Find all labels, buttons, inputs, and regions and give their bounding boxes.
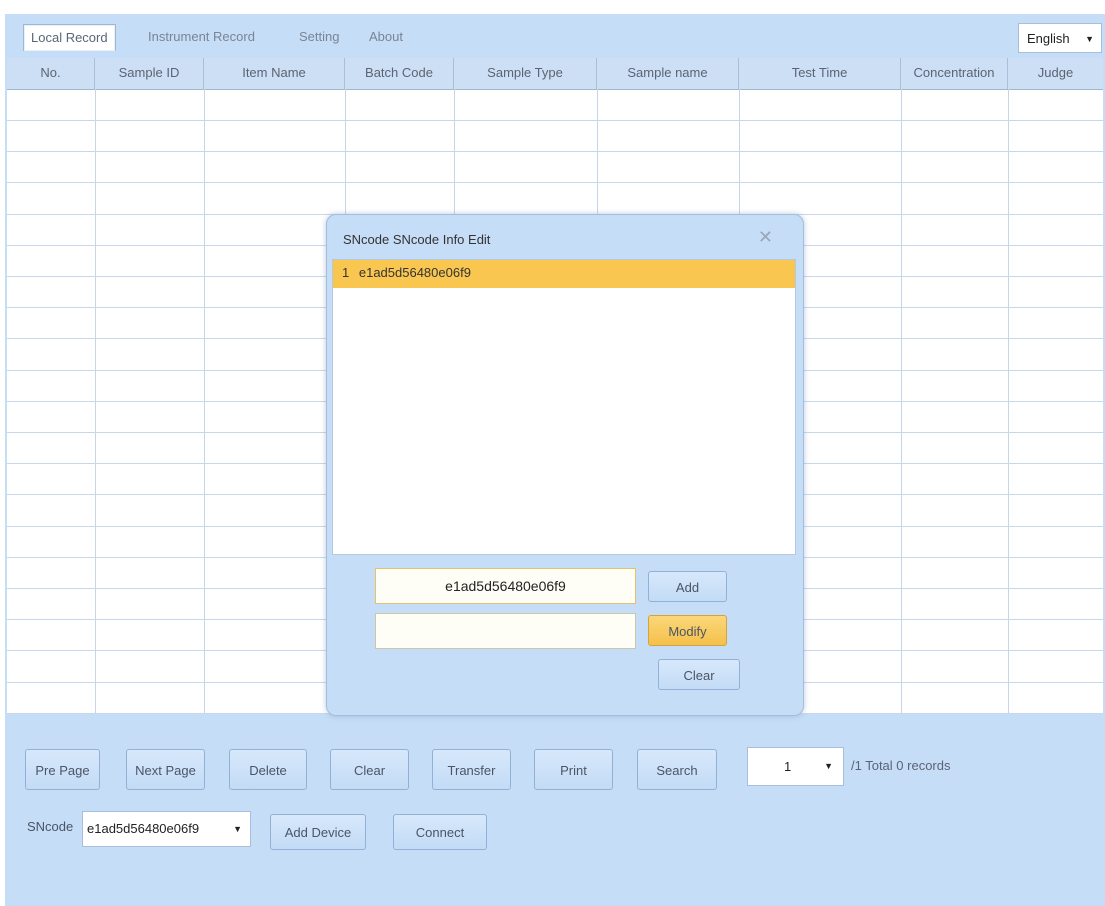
dialog-clear-button[interactable]: Clear <box>658 659 740 690</box>
modify-button[interactable]: Modify <box>648 615 727 646</box>
tab-instrument-record[interactable]: Instrument Record <box>141 24 262 50</box>
next-page-button[interactable]: Next Page <box>126 749 205 790</box>
sncode-edit-dialog: SNcode SNcode Info Edit ✕ 1 e1ad5d56480e… <box>326 214 804 716</box>
language-select[interactable]: English ▼ <box>1018 23 1102 53</box>
column-header-batch-code[interactable]: Batch Code <box>345 58 454 89</box>
tab-local-record[interactable]: Local Record <box>23 24 116 51</box>
clear-button[interactable]: Clear <box>330 749 409 790</box>
pre-page-button[interactable]: Pre Page <box>25 749 100 790</box>
transfer-button[interactable]: Transfer <box>432 749 511 790</box>
column-header-sample-id[interactable]: Sample ID <box>95 58 204 89</box>
tab-about[interactable]: About <box>362 24 410 50</box>
sncode-input[interactable] <box>375 568 636 604</box>
chevron-down-icon: ▼ <box>824 761 833 771</box>
grid-row-line <box>7 151 1103 152</box>
column-header-concentration[interactable]: Concentration <box>901 58 1008 89</box>
column-header-judge[interactable]: Judge <box>1008 58 1103 89</box>
grid-row-line <box>7 182 1103 183</box>
sncode-item-value: e1ad5d56480e06f9 <box>358 265 471 280</box>
table-header: No. Sample ID Item Name Batch Code Sampl… <box>7 58 1103 90</box>
language-value: English <box>1027 31 1070 46</box>
search-button[interactable]: Search <box>637 749 717 790</box>
column-header-test-time[interactable]: Test Time <box>739 58 901 89</box>
sncode-select-value: e1ad5d56480e06f9 <box>87 821 200 836</box>
sncode-list: 1 e1ad5d56480e06f9 <box>332 259 796 555</box>
sncode-select[interactable]: e1ad5d56480e06f9 ▼ <box>82 811 251 847</box>
tab-setting[interactable]: Setting <box>292 24 346 50</box>
column-header-sample-type[interactable]: Sample Type <box>454 58 597 89</box>
page-select-value: 1 <box>784 759 792 774</box>
add-button[interactable]: Add <box>648 571 727 602</box>
close-icon[interactable]: ✕ <box>758 227 773 248</box>
sncode-label: SNcode <box>27 819 74 834</box>
dialog-title: SNcode SNcode Info Edit <box>343 232 491 247</box>
grid-row-line <box>7 120 1103 121</box>
delete-button[interactable]: Delete <box>229 749 307 790</box>
chevron-down-icon: ▼ <box>1085 34 1094 44</box>
connect-button[interactable]: Connect <box>393 814 487 850</box>
sncode-list-item[interactable]: 1 e1ad5d56480e06f9 <box>333 260 795 288</box>
chevron-down-icon: ▼ <box>233 824 242 834</box>
tab-bar: Local Record Instrument Record Setting A… <box>5 14 1105 58</box>
column-header-item-name[interactable]: Item Name <box>204 58 345 89</box>
add-device-button[interactable]: Add Device <box>270 814 366 850</box>
sncode-modify-input[interactable] <box>375 613 636 649</box>
print-button[interactable]: Print <box>534 749 613 790</box>
column-header-sample-name[interactable]: Sample name <box>597 58 739 89</box>
column-header-no[interactable]: No. <box>7 58 95 89</box>
app-window: Local Record Instrument Record Setting A… <box>5 14 1105 906</box>
sncode-item-index: 1 <box>342 265 350 280</box>
page-info: /1 Total 0 records <box>851 758 951 773</box>
page-select[interactable]: 1 ▼ <box>747 747 844 786</box>
